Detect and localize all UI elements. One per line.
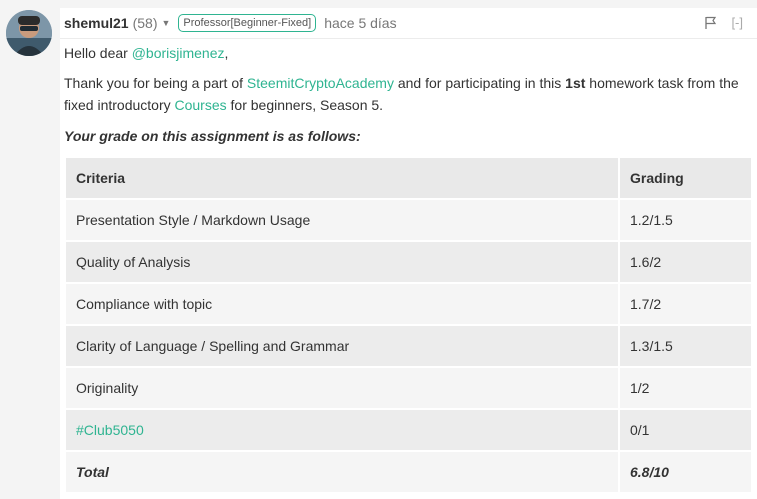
grade-cell: 1.7/2 xyxy=(618,282,753,326)
criteria-cell: Clarity of Language / Spelling and Gramm… xyxy=(64,324,620,368)
club5050-link[interactable]: #Club5050 xyxy=(76,422,144,438)
greeting-prefix: Hello dear xyxy=(64,45,132,61)
grade-cell: 1.2/1.5 xyxy=(618,198,753,242)
comment-time[interactable]: hace 5 días xyxy=(324,15,396,31)
chevron-down-icon[interactable]: ▼ xyxy=(162,18,171,28)
criteria-cell: Presentation Style / Markdown Usage xyxy=(64,198,620,242)
header-grading: Grading xyxy=(618,156,753,200)
intro-text-a: Thank you for being a part of xyxy=(64,75,247,91)
intro-text-b: and for participating in this xyxy=(393,75,566,91)
academy-link[interactable]: SteemitCryptoAcademy xyxy=(247,75,394,91)
criteria-cell: Total xyxy=(64,450,620,494)
courses-link[interactable]: Courses xyxy=(175,97,227,113)
comment-header: shemul21 (58) ▼ Professor[Beginner-Fixed… xyxy=(60,8,757,39)
intro-bold: 1st xyxy=(565,75,586,91)
grade-intro: Your grade on this assignment is as foll… xyxy=(64,128,361,144)
author-reputation: (58) xyxy=(132,15,158,31)
comment-card: shemul21 (58) ▼ Professor[Beginner-Fixed… xyxy=(60,8,757,499)
criteria-cell: Compliance with topic xyxy=(64,282,620,326)
grade-cell: 1/2 xyxy=(618,366,753,410)
table-row: Presentation Style / Markdown Usage 1.2/… xyxy=(64,198,753,242)
greeting: Hello dear @borisjimenez, xyxy=(64,42,228,64)
grading-table: Criteria Grading Presentation Style / Ma… xyxy=(64,156,753,494)
table-row: Quality of Analysis 1.6/2 xyxy=(64,240,753,284)
grade-cell: 0/1 xyxy=(618,408,753,452)
flag-icon[interactable] xyxy=(705,16,717,30)
criteria-cell: #Club5050 xyxy=(64,408,620,452)
greeting-suffix: , xyxy=(224,45,229,61)
mention-link[interactable]: @borisjimenez xyxy=(132,45,225,61)
grade-cell: 1.3/1.5 xyxy=(618,324,753,368)
table-row: Originality 1/2 xyxy=(64,366,753,410)
author-badge: Professor[Beginner-Fixed] xyxy=(178,14,317,32)
header-criteria: Criteria xyxy=(64,156,620,200)
avatar[interactable] xyxy=(6,10,52,56)
author-name[interactable]: shemul21 xyxy=(64,15,129,31)
table-row: Compliance with topic 1.7/2 xyxy=(64,282,753,326)
table-row: Clarity of Language / Spelling and Gramm… xyxy=(64,324,753,368)
grade-cell: 6.8/10 xyxy=(618,450,753,494)
table-row-total: Total 6.8/10 xyxy=(64,450,753,494)
collapse-button[interactable]: [-] xyxy=(731,15,743,30)
avatar-image xyxy=(6,10,52,56)
table-header-row: Criteria Grading xyxy=(64,156,753,200)
intro-paragraph: Thank you for being a part of SteemitCry… xyxy=(64,72,754,116)
table-row: #Club5050 0/1 xyxy=(64,408,753,452)
grade-cell: 1.6/2 xyxy=(618,240,753,284)
criteria-cell: Quality of Analysis xyxy=(64,240,620,284)
intro-text-d: for beginners, Season 5. xyxy=(226,97,384,113)
criteria-cell: Originality xyxy=(64,366,620,410)
